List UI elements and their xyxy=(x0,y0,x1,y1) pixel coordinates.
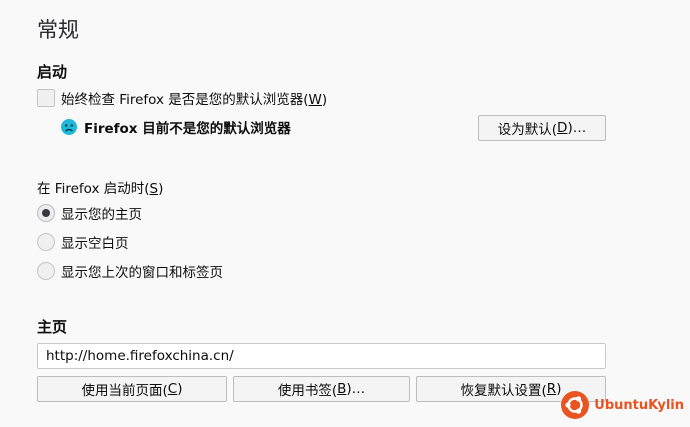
radio-button-selected[interactable] xyxy=(37,204,55,222)
page-title: 常规 xyxy=(37,18,79,42)
default-browser-check-row[interactable]: 始终检查 Firefox 是否是您的默认浏览器(W) xyxy=(37,88,327,108)
startup-heading: 启动 xyxy=(37,63,68,81)
preferences-general-pane: 常规 启动 始终检查 Firefox 是否是您的默认浏览器(W) Firefox… xyxy=(0,0,690,427)
default-browser-checkbox[interactable] xyxy=(37,89,55,107)
homepage-url-input[interactable]: http://home.firefoxchina.cn/ xyxy=(37,343,606,369)
ubuntukylin-watermark: UbuntuKylin xyxy=(560,390,684,420)
radio-show-blank[interactable]: 显示空白页 xyxy=(37,232,129,252)
ubuntukylin-brand-text: UbuntuKylin xyxy=(594,397,684,413)
sad-face-icon xyxy=(61,119,77,135)
radio-label: 显示空白页 xyxy=(61,236,129,252)
radio-label: 显示您的主页 xyxy=(61,207,142,223)
radio-label: 显示您上次的窗口和标签页 xyxy=(61,265,223,281)
use-current-page-button[interactable]: 使用当前页面(C) xyxy=(37,376,227,402)
use-bookmark-button[interactable]: 使用书签(B)… xyxy=(233,376,410,402)
ubuntukylin-logo-icon xyxy=(561,391,590,419)
on-launch-label: 在 Firefox 启动时(S) xyxy=(37,181,164,197)
radio-restore-session[interactable]: 显示您上次的窗口和标签页 xyxy=(37,261,223,281)
radio-button[interactable] xyxy=(37,233,55,251)
not-default-text: Firefox 目前不是您的默认浏览器 xyxy=(84,121,291,137)
homepage-heading: 主页 xyxy=(37,318,68,336)
radio-show-homepage[interactable]: 显示您的主页 xyxy=(37,203,142,223)
default-browser-check-label: 始终检查 Firefox 是否是您的默认浏览器(W) xyxy=(61,92,328,108)
set-default-button[interactable]: 设为默认(D)… xyxy=(478,115,606,141)
not-default-note: Firefox 目前不是您的默认浏览器 xyxy=(60,117,291,137)
radio-button[interactable] xyxy=(37,262,55,280)
